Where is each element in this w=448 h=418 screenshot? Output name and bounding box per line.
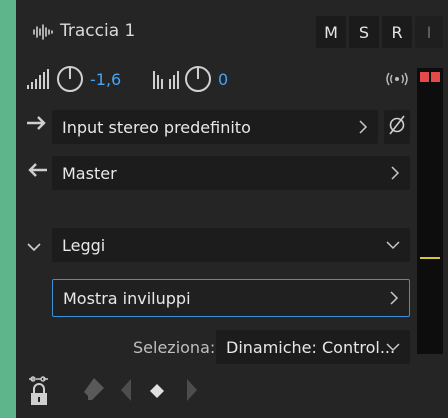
solo-button[interactable]: S (349, 16, 379, 48)
clip-indicator-left[interactable] (420, 72, 429, 82)
clip-indicator-right[interactable] (431, 72, 440, 82)
automation-mode-select[interactable]: Leggi (52, 228, 410, 262)
input-monitor-icon[interactable] (384, 70, 410, 92)
track-title[interactable]: Traccia 1 (60, 21, 135, 41)
track-color-strip (0, 0, 16, 418)
volume-value[interactable]: -1,6 (90, 70, 121, 89)
pan-icon (152, 67, 180, 95)
eraser-icon[interactable] (82, 376, 106, 406)
record-arm-button[interactable]: R (382, 16, 412, 48)
parameter-select-value: Dinamiche: Control... (226, 337, 396, 357)
phase-invert-icon (387, 114, 407, 140)
select-label: Seleziona: (133, 338, 216, 357)
peak-marker (420, 257, 440, 259)
volume-knob[interactable] (56, 65, 84, 97)
input-label: Input stereo predefinito (62, 117, 251, 137)
chevron-right-icon (389, 280, 399, 315)
arrow-right-icon (26, 114, 48, 136)
lock-icon[interactable] (28, 375, 52, 411)
phase-invert-button[interactable] (384, 110, 410, 144)
chevron-right-icon (358, 110, 368, 144)
chevron-right-icon (390, 156, 400, 190)
output-label: Master (62, 163, 117, 183)
show-envelopes-label: Mostra inviluppi (63, 288, 191, 308)
input-select[interactable]: Input stereo predefinito (52, 110, 378, 144)
next-keyframe-icon[interactable] (186, 378, 198, 406)
pan-value[interactable]: 0 (218, 70, 228, 89)
pan-knob[interactable] (184, 65, 212, 97)
volume-ramp-icon (26, 67, 50, 95)
input-monitor-button[interactable]: I (415, 16, 443, 48)
chevron-down-icon (386, 330, 400, 364)
level-meter (417, 68, 443, 354)
chevron-down-icon[interactable] (27, 237, 41, 256)
waveform-icon (32, 23, 54, 45)
parameter-select[interactable]: Dinamiche: Control... (216, 330, 410, 364)
show-envelopes-button[interactable]: Mostra inviluppi (52, 279, 410, 317)
mute-button[interactable]: M (316, 16, 346, 48)
previous-keyframe-icon[interactable] (120, 378, 132, 406)
add-keyframe-icon[interactable] (149, 383, 165, 403)
automation-mode-label: Leggi (62, 235, 106, 255)
arrow-left-icon (26, 161, 48, 183)
output-select[interactable]: Master (52, 156, 410, 190)
chevron-down-icon (386, 228, 400, 262)
